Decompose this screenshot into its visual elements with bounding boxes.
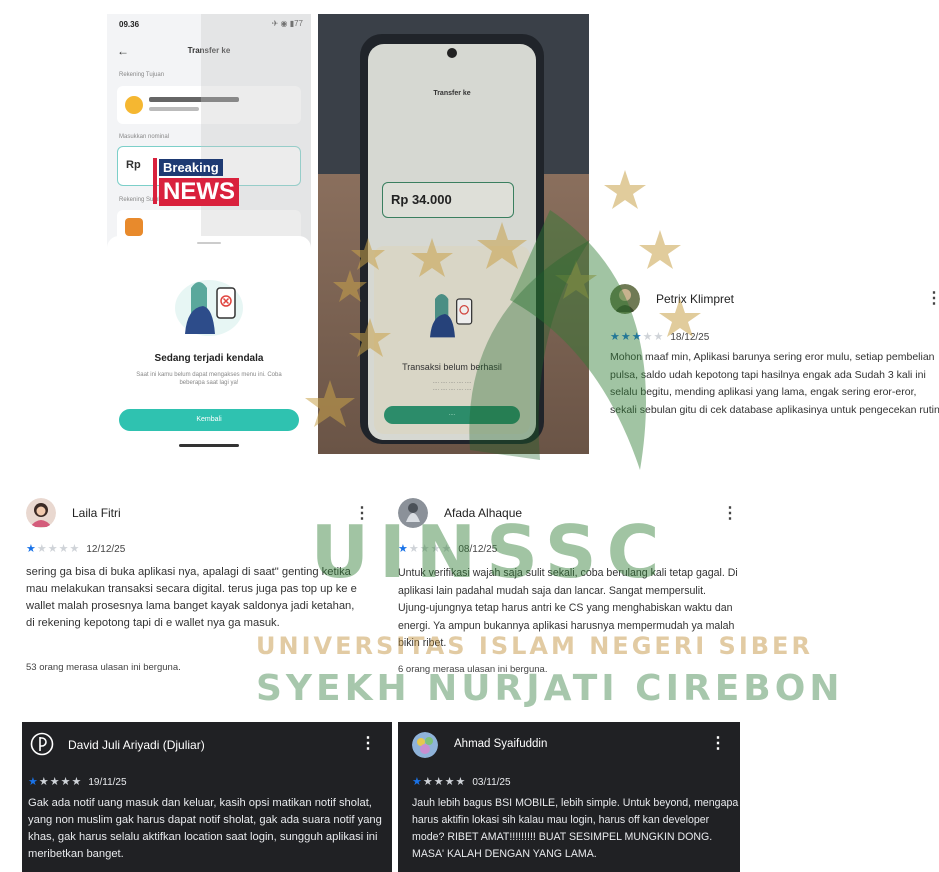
review-card-petrix: Petrix Klimpret ⋮ ★★★★★ 18/12/25 Mohon ma… <box>610 284 939 444</box>
avatar <box>412 732 438 758</box>
review-text: Mohon maaf min, Aplikasi barunya sering … <box>610 351 939 416</box>
label-masukkan-nominal: Masukkan nominal <box>119 134 170 140</box>
reviewer-name: Petrix Klimpret <box>656 292 735 306</box>
avatar <box>30 732 54 756</box>
star-filled-icon: ★ <box>620 331 632 343</box>
star-filled-icon: ★ <box>412 776 423 788</box>
sheet-handle[interactable] <box>197 242 221 244</box>
review-card-afada: Afada Alhaque ⋮ ★★★★★ 08/12/25 Untuk veri… <box>398 498 738 688</box>
review-date: 18/12/25 <box>670 332 710 343</box>
star-empty-icon: ★ <box>49 776 61 788</box>
review-date: 19/11/25 <box>88 777 127 788</box>
avatar <box>610 284 640 314</box>
breaking-label: Breaking <box>159 159 223 176</box>
avatar <box>398 498 428 528</box>
photo-error-sheet: Transaksi belum berhasil ···· ···· ···· … <box>374 246 530 434</box>
star-filled-icon: ★ <box>610 331 621 343</box>
star-empty-icon: ★ <box>69 543 81 555</box>
star-filled-icon: ★ <box>398 543 409 555</box>
review-card-laila: Laila Fitri ⋮ ★★★★★ 12/12/25 sering ga bi… <box>26 498 370 688</box>
star-filled-icon: ★ <box>631 331 643 343</box>
star-empty-icon: ★ <box>653 331 665 343</box>
rating-row: ★★★★★ 18/12/25 <box>610 330 709 343</box>
star-rating: ★★★★★ <box>28 776 82 788</box>
star-empty-icon: ★ <box>430 543 442 555</box>
star-empty-icon: ★ <box>408 543 420 555</box>
amount-prefix: Rp <box>126 159 141 171</box>
review-text: Jauh lebih bagus BSI MOBILE, lebih simpl… <box>412 797 739 860</box>
review-date: 03/11/25 <box>472 777 511 788</box>
reviewer-name: Laila Fitri <box>72 506 121 520</box>
star-empty-icon: ★ <box>58 543 70 555</box>
review-text: Untuk verifikasi wajah saja sulit sekali… <box>398 567 738 650</box>
photo-amount-field: Rp 34.000 <box>382 182 514 218</box>
bank-logo-icon <box>125 96 143 114</box>
star-filled-icon: ★ <box>26 543 37 555</box>
rating-row: ★★★★★ 12/12/25 <box>26 542 125 555</box>
review-card-ahmad: Ahmad Syaifuddin ⋮ ★★★★★ 03/11/25 Jauh le… <box>398 722 740 872</box>
camera-icon <box>447 48 457 58</box>
photo-error-desc: ···· ···· ···· ···· ···· ···· ···· ···· ·… <box>432 380 472 393</box>
star-empty-icon: ★ <box>47 543 59 555</box>
star-empty-icon: ★ <box>36 543 48 555</box>
account-number-redacted <box>149 107 199 111</box>
more-options-icon[interactable]: ⋮ <box>926 288 939 308</box>
error-title: Sedang terjadi kendala <box>154 353 264 364</box>
review-date: 08/12/25 <box>458 544 498 555</box>
reviewer-name: David Juli Ariyadi (Djuliar) <box>68 738 205 752</box>
phone-screenshot-transfer: 09.36 ✈ ◉ ▮77 ← Transfer ke Rekening Tuj… <box>107 14 311 454</box>
more-options-icon[interactable]: ⋮ <box>710 733 726 753</box>
photo-phone-transfer-failed: Transfer ke Rp 34.000 Transaksi belum be… <box>318 14 589 454</box>
star-rating: ★★★★★ <box>610 331 664 343</box>
breaking-news-badge: Breaking NEWS <box>153 158 245 206</box>
kembali-button[interactable]: Kembali <box>119 409 299 431</box>
star-rating: ★★★★★ <box>412 776 466 788</box>
review-date: 12/12/25 <box>86 544 126 555</box>
star-filled-icon: ★ <box>28 776 39 788</box>
error-bottom-sheet: Sedang terjadi kendala Saat ini kamu bel… <box>107 236 311 454</box>
star-empty-icon: ★ <box>419 543 431 555</box>
person-with-phone-error-icon <box>175 280 243 336</box>
person-with-phone-error-icon <box>430 294 473 338</box>
more-options-icon[interactable]: ⋮ <box>722 503 738 523</box>
rating-row: ★★★★★ 08/12/25 <box>398 542 497 555</box>
photo-amount-value: Rp 34.000 <box>391 192 452 207</box>
star-rating: ★★★★★ <box>26 543 80 555</box>
avatar <box>26 498 56 528</box>
star-empty-icon: ★ <box>444 776 456 788</box>
star-empty-icon: ★ <box>433 776 445 788</box>
star-empty-icon: ★ <box>642 331 654 343</box>
helpful-count: 6 orang merasa ulasan ini berguna. <box>398 664 548 675</box>
rating-row: ★★★★★ 03/11/25 <box>412 775 511 788</box>
photo-page-title: Transfer ke <box>433 90 471 97</box>
reviewer-name: Ahmad Syaifuddin <box>454 738 548 750</box>
star-empty-icon: ★ <box>441 543 453 555</box>
status-time: 09.36 <box>119 20 140 29</box>
review-text: sering ga bisa di buka aplikasi nya, apa… <box>26 566 357 629</box>
news-label: NEWS <box>159 178 239 206</box>
star-empty-icon: ★ <box>60 776 72 788</box>
photo-error-button: ···· <box>384 406 520 424</box>
star-empty-icon: ★ <box>38 776 50 788</box>
more-options-icon[interactable]: ⋮ <box>354 503 370 523</box>
review-card-david: David Juli Ariyadi (Djuliar) ⋮ ★★★★★ 19/1… <box>22 722 392 872</box>
error-description: Saat ini kamu belum dapat mengakses menu… <box>136 372 282 386</box>
home-indicator <box>179 444 239 447</box>
card-icon <box>125 218 143 236</box>
star-empty-icon: ★ <box>71 776 83 788</box>
more-options-icon[interactable]: ⋮ <box>360 733 376 753</box>
star-empty-icon: ★ <box>422 776 434 788</box>
star-rating: ★★★★★ <box>398 543 452 555</box>
label-rekening-tujuan: Rekening Tujuan <box>119 72 165 78</box>
helpful-count: 53 orang merasa ulasan ini berguna. <box>26 662 181 673</box>
photo-error-title: Transaksi belum berhasil <box>402 362 502 372</box>
rating-row: ★★★★★ 19/11/25 <box>28 775 127 788</box>
star-empty-icon: ★ <box>455 776 467 788</box>
reviewer-name: Afada Alhaque <box>444 506 523 520</box>
review-text: Gak ada notif uang masuk dan keluar, kas… <box>28 797 382 860</box>
